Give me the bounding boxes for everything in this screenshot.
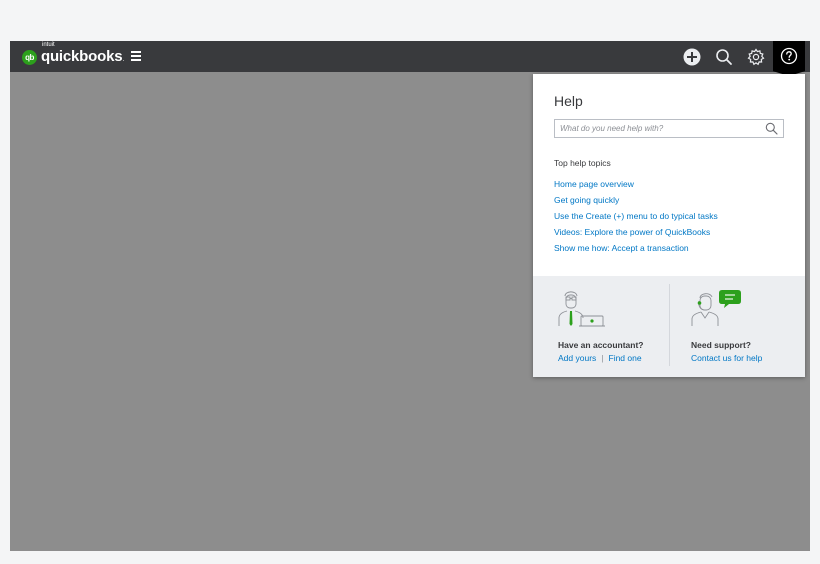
link-separator: | <box>601 353 604 363</box>
logo-text: quickbooks <box>41 48 123 65</box>
help-question-icon <box>780 47 798 65</box>
help-topic-link[interactable]: Home page overview <box>554 178 718 194</box>
create-plus-icon[interactable] <box>682 47 702 67</box>
top-bar: qb intuit quickbooks. <box>10 41 810 76</box>
logo-dot: . <box>122 56 125 63</box>
help-topics-list: Home page overview Get going quickly Use… <box>554 178 718 258</box>
help-panel: Help Top help topics Home page overview … <box>533 74 805 377</box>
help-support-area: Have an accountant? Add yours | Find one N… <box>533 276 805 377</box>
help-search-box <box>554 119 784 138</box>
help-tab-button[interactable] <box>773 41 805 76</box>
quickbooks-logo[interactable]: qb intuit quickbooks. <box>22 42 125 67</box>
help-topic-link[interactable]: Use the Create (+) menu to do typical ta… <box>554 210 718 226</box>
find-accountant-link[interactable]: Find one <box>609 353 642 363</box>
gear-icon[interactable] <box>746 47 766 67</box>
help-topic-link[interactable]: Show me how: Accept a transaction <box>554 242 718 258</box>
support-heading: Need support? <box>691 340 751 350</box>
top-help-topics-heading: Top help topics <box>554 158 611 168</box>
support-divider <box>669 284 670 366</box>
accountant-links: Add yours | Find one <box>558 353 642 363</box>
qb-logo-icon: qb <box>22 49 37 65</box>
help-search-input[interactable] <box>555 120 760 137</box>
add-accountant-link[interactable]: Add yours <box>558 353 596 363</box>
help-panel-title: Help <box>554 93 583 109</box>
help-topic-link[interactable]: Get going quickly <box>554 194 718 210</box>
search-icon[interactable] <box>714 47 734 67</box>
logo-wordmark: intuit quickbooks. <box>41 42 125 66</box>
accountant-heading: Have an accountant? <box>558 340 644 350</box>
app-window: qb intuit quickbooks. Help What do you n… <box>10 41 810 551</box>
contact-support-link[interactable]: Contact us for help <box>691 353 762 363</box>
accountant-illustration-icon <box>558 291 605 327</box>
help-topic-link[interactable]: Videos: Explore the power of QuickBooks <box>554 226 718 242</box>
search-icon[interactable] <box>765 122 778 135</box>
hamburger-menu-icon[interactable] <box>131 51 141 61</box>
logo-intuit-label: intuit <box>42 42 55 48</box>
support-agent-illustration-icon <box>691 290 741 326</box>
